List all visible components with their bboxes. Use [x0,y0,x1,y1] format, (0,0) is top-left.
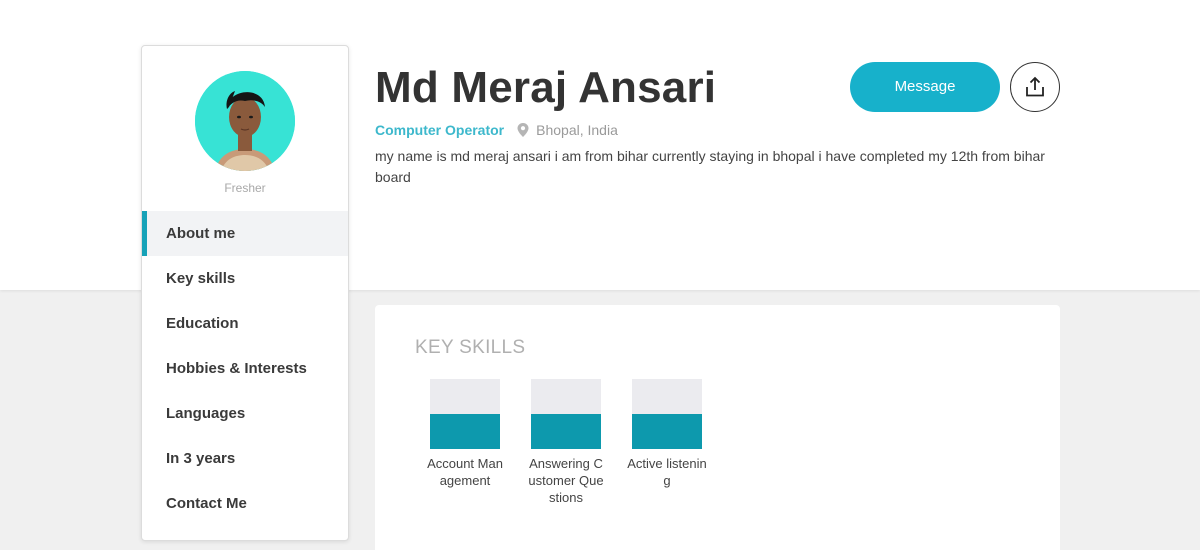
skill-level-bar [430,379,500,449]
sidebar-item-about-me[interactable]: About me [142,211,348,256]
location: Bhopal, India [536,122,618,138]
skill-level-bar [632,379,702,449]
share-upload-icon [1026,76,1044,97]
avatar-photo [195,71,295,171]
skill-label: Active listening [627,456,707,488]
skill-item: Answering Customer Questions [526,379,616,506]
skill-label: Account Management [427,456,503,488]
section-title: KEY SKILLS [415,337,526,358]
experience-level: Fresher [224,181,266,195]
sidebar-item-education[interactable]: Education [142,301,348,346]
profile-meta: Computer Operator Bhopal, India [375,120,1065,140]
skill-item: Account Management [425,379,515,506]
skills-list: Account Management Answering Customer Qu… [425,379,728,506]
job-title: Computer Operator [375,122,505,138]
skill-level-bar [531,379,601,449]
skill-item: Active listening [627,379,717,506]
sidebar-item-languages[interactable]: Languages [142,391,348,436]
sidebar-item-hobbies[interactable]: Hobbies & Interests [142,346,348,391]
skill-level-fill [531,414,601,449]
message-button[interactable]: Message [850,62,1000,112]
skill-level-fill [430,414,500,449]
sidebar-item-in-3-years[interactable]: In 3 years [142,436,348,481]
avatar [195,71,295,171]
sidebar-item-contact-me[interactable]: Contact Me [142,481,348,526]
profile-bio: my name is md meraj ansari i am from bih… [375,148,1045,185]
sidebar-item-key-skills[interactable]: Key skills [142,256,348,301]
skill-level-fill [632,414,702,449]
key-skills-section: KEY SKILLS Account Management Answering … [375,305,1060,550]
skill-label: Answering Customer Questions [528,456,604,505]
profile-sidebar: Fresher About me Key skills Education Ho… [141,45,349,541]
location-pin-icon [516,122,530,138]
sidebar-nav: About me Key skills Education Hobbies & … [142,211,348,526]
share-button[interactable] [1010,62,1060,112]
